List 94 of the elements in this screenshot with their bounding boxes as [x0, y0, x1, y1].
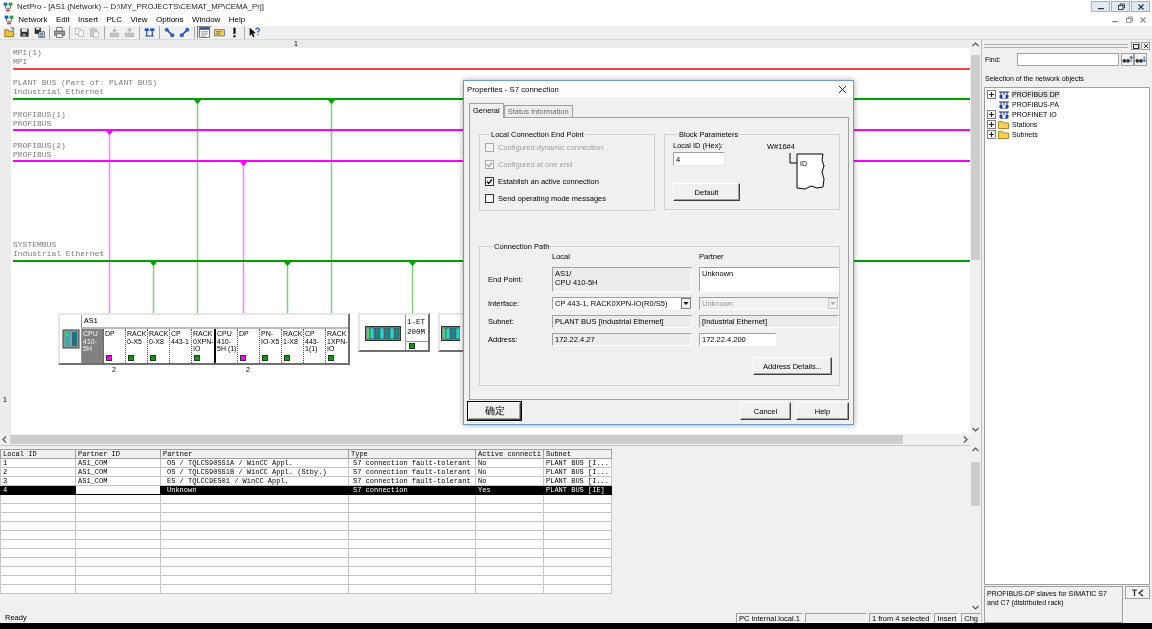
note-icon [214, 27, 225, 38]
module-rack-icon [441, 323, 460, 342]
expand-icon[interactable] [987, 89, 996, 99]
folder-icon [4, 27, 15, 38]
subnet-type: MPI [13, 57, 29, 66]
scroll-thumb[interactable] [971, 462, 980, 506]
binoculars-up-icon [1122, 55, 1133, 64]
port-icon [284, 354, 290, 361]
port-icon [409, 343, 415, 349]
tray-arrow-down-icon [109, 27, 120, 38]
scroll-up-icon[interactable] [971, 40, 980, 49]
copy-icon [74, 27, 85, 38]
close-icon [1138, 15, 1148, 24]
linked-nodes-icon [164, 27, 175, 38]
toolbar-button[interactable] [32, 26, 47, 39]
network-nodes-icon [144, 27, 155, 38]
menu-item[interactable]: PLC [102, 13, 127, 26]
close-icon [1142, 43, 1149, 49]
station[interactable] [438, 313, 463, 352]
linked-nodes-icon [179, 27, 190, 38]
close-button[interactable] [1141, 42, 1150, 50]
menu-item[interactable]: Help [224, 13, 250, 26]
port-icon [106, 354, 112, 361]
scroll-down-icon[interactable] [971, 603, 980, 612]
restore-icon [1124, 15, 1134, 24]
expand-icon[interactable] [987, 109, 996, 119]
scroll-right-icon[interactable] [961, 435, 970, 444]
menu-item[interactable]: Network [14, 13, 52, 26]
horizontal-scrollbar[interactable] [0, 434, 970, 445]
port-icon [328, 354, 334, 361]
close-icon [837, 84, 847, 94]
paste-icon [89, 27, 100, 38]
torn-block-icon [789, 152, 825, 190]
scroll-up-icon[interactable] [971, 445, 980, 454]
subnet-name: MPI(1) [13, 48, 42, 57]
window-icon [1132, 43, 1139, 49]
folder-icon [998, 129, 1009, 139]
binoculars-down-icon [1135, 55, 1146, 64]
help-cursor-icon [249, 27, 260, 38]
find-up-button[interactable] [1121, 53, 1134, 66]
toolbar-button[interactable] [142, 26, 157, 39]
port-icon [150, 354, 156, 361]
close-button[interactable] [1131, 1, 1150, 12]
subnet-type: PROFIBUS [13, 150, 53, 159]
menu-item[interactable]: Insert [73, 13, 103, 26]
minimize-button[interactable] [1091, 1, 1110, 12]
port-icon [262, 354, 268, 361]
subnet-type: Industrial Ethernet [13, 87, 106, 96]
tray-arrow-up-icon [124, 27, 135, 38]
scroll-down-icon[interactable] [971, 425, 980, 434]
status-panel [804, 612, 867, 623]
expand-icon[interactable] [987, 119, 996, 129]
scroll-thumb[interactable] [971, 55, 980, 260]
toolbar-button[interactable] [247, 26, 262, 39]
find-down-button[interactable] [1134, 53, 1147, 66]
subnet-name: PROFIBUS(2) [13, 141, 66, 150]
port-icon [240, 354, 246, 361]
checkbox[interactable] [485, 176, 494, 186]
menu-item[interactable]: View [126, 13, 152, 26]
restore-button[interactable] [1111, 1, 1130, 12]
search-field[interactable] [1017, 53, 1119, 66]
port-icon [128, 354, 134, 361]
dialog-button[interactable]: 确定 [468, 402, 521, 420]
description-toggle-button[interactable] [1125, 586, 1150, 599]
subnet-name: PLANT BUS (Part of: PLANT BUS) [13, 78, 158, 87]
restore-icon [1115, 2, 1126, 11]
port-icon [194, 354, 200, 361]
arrow-bar-icon [1131, 587, 1144, 598]
toolbar-button[interactable] [197, 26, 212, 39]
expand-icon[interactable] [987, 129, 996, 139]
subnet-name: PROFIBUS(1) [13, 110, 66, 119]
subnet-name: SYSTEMBUS [13, 240, 58, 249]
vertical-scrollbar[interactable] [970, 40, 981, 434]
subnet-type: PROFIBUS [13, 119, 53, 128]
panel-grip[interactable] [984, 44, 1128, 48]
menu-item[interactable]: Window [187, 13, 225, 26]
menu-item[interactable]: Edit [51, 13, 74, 26]
caret-down-icon[interactable] [681, 298, 691, 309]
close-icon [1135, 2, 1146, 11]
menu-item[interactable]: Options [151, 13, 188, 26]
scroll-thumb[interactable] [10, 435, 903, 444]
subnet-type: Industrial Ethernet [13, 249, 105, 258]
scroll-left-icon[interactable] [0, 435, 9, 444]
checkbox[interactable] [485, 193, 494, 203]
folder-icon [998, 119, 1009, 129]
network-nodes-icon [998, 99, 1009, 109]
toolbar-button[interactable] [17, 26, 32, 39]
network-app-icon [4, 14, 14, 25]
network-nodes-icon [998, 109, 1009, 119]
network-nodes-icon [998, 89, 1009, 99]
cpu-module-icon [61, 328, 80, 349]
float-button[interactable] [1131, 42, 1140, 50]
network-app-icon [3, 1, 13, 12]
module-rack-icon [364, 323, 401, 342]
